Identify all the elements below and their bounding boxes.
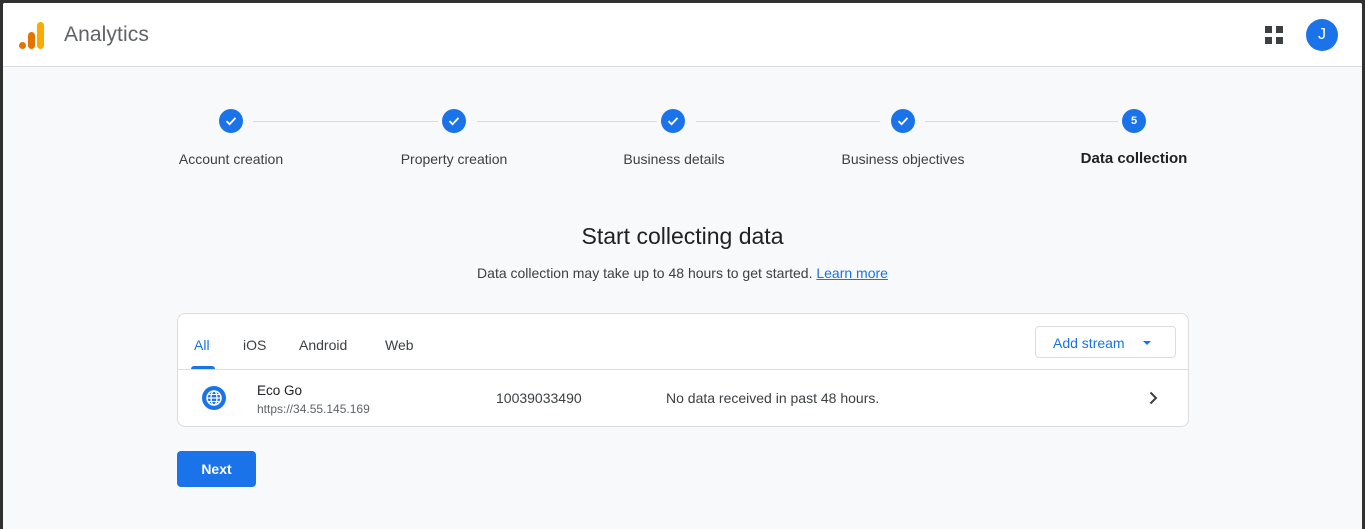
data-streams-card: All iOS Android Web Add stream Eco Go ht…: [177, 313, 1189, 427]
step-label-business-objectives: Business objectives: [841, 151, 965, 167]
tab-ios[interactable]: iOS: [243, 337, 266, 353]
browser-viewport: Analytics J 5 Account creation Property …: [3, 3, 1362, 529]
add-stream-label: Add stream: [1053, 335, 1125, 351]
step-label-account-creation: Account creation: [178, 151, 284, 167]
step-1-check-icon: [219, 109, 243, 133]
tab-web[interactable]: Web: [385, 337, 414, 353]
step-connector: [696, 121, 880, 122]
stream-tabs: All iOS Android Web Add stream: [178, 314, 1188, 370]
stream-status: No data received in past 48 hours.: [666, 390, 880, 406]
page-title: Start collecting data: [581, 223, 784, 249]
step-4-check-icon: [891, 109, 915, 133]
active-tab-indicator: [191, 366, 215, 369]
step-connector: [477, 121, 657, 122]
step-label-property-creation: Property creation: [400, 151, 508, 167]
step-2-check-icon: [442, 109, 466, 133]
stream-row[interactable]: Eco Go https://34.55.145.169 10039033490…: [178, 370, 1188, 426]
stream-name: Eco Go: [257, 383, 303, 398]
app-title: Analytics: [64, 23, 149, 46]
dropdown-caret-icon: [1143, 341, 1151, 345]
step-3-check-icon: [661, 109, 685, 133]
apps-grid-icon[interactable]: [1261, 22, 1287, 48]
chevron-right-icon[interactable]: [1144, 389, 1162, 407]
add-stream-button[interactable]: Add stream: [1035, 326, 1176, 358]
subtitle-text: Data collection may take up to 48 hours …: [477, 265, 813, 281]
step-label-business-details: Business details: [623, 151, 725, 167]
stream-url: https://34.55.145.169: [257, 402, 370, 416]
tab-android[interactable]: Android: [299, 337, 347, 353]
globe-icon: [202, 386, 226, 410]
page-subtitle: Data collection may take up to 48 hours …: [3, 265, 1362, 281]
step-5-number: 5: [1122, 109, 1146, 133]
app-bar: Analytics J: [3, 3, 1362, 67]
stream-id: 10039033490: [496, 390, 582, 406]
tab-all[interactable]: All: [194, 337, 210, 353]
account-avatar[interactable]: J: [1306, 19, 1338, 51]
setup-stepper: 5 Account creation Property creation Bus…: [3, 106, 1362, 176]
step-connector: [925, 121, 1118, 122]
learn-more-link[interactable]: Learn more: [816, 265, 888, 281]
analytics-logo-icon: [19, 22, 44, 49]
next-button[interactable]: Next: [177, 451, 256, 487]
step-connector: [253, 121, 438, 122]
step-label-data-collection: Data collection: [1080, 150, 1188, 167]
